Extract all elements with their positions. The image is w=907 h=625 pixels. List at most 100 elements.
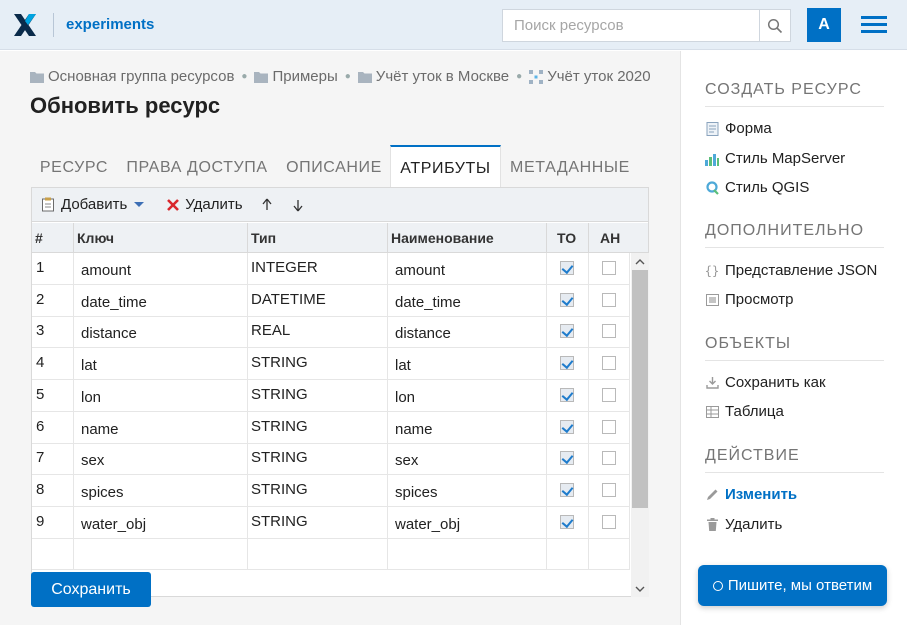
cell-an[interactable]: [589, 253, 630, 284]
app-name[interactable]: experiments: [66, 16, 154, 33]
to-checkbox[interactable]: [560, 387, 574, 402]
to-checkbox[interactable]: [560, 261, 574, 275]
cell-key[interactable]: sex: [74, 443, 248, 475]
cell-key[interactable]: name: [74, 411, 248, 443]
sidebar-item-json-view[interactable]: {} Представление JSON: [705, 262, 878, 279]
to-checkbox[interactable]: [560, 356, 574, 371]
column-header-name[interactable]: Наименование: [388, 223, 547, 253]
sidebar-item-preview[interactable]: Просмотр: [705, 291, 794, 308]
breadcrumb-item[interactable]: Примеры: [254, 68, 338, 85]
tab-metadata[interactable]: МЕТАДАННЫЕ: [501, 145, 639, 187]
breadcrumb-item-current[interactable]: Учёт уток 2020: [529, 68, 651, 85]
to-checkbox[interactable]: [560, 514, 574, 529]
cell-name[interactable]: lat: [388, 348, 547, 380]
breadcrumb-item[interactable]: Учёт уток в Москве: [357, 68, 509, 85]
column-header-type[interactable]: Тип: [248, 223, 388, 253]
delete-button[interactable]: Удалить: [160, 188, 248, 222]
cell-num[interactable]: 9: [32, 506, 74, 538]
to-checkbox[interactable]: [560, 482, 574, 497]
cell-key[interactable]: lat: [74, 348, 248, 380]
cell-to[interactable]: [547, 253, 589, 284]
cell-type[interactable]: STRING: [248, 348, 388, 380]
cell-key[interactable]: spices: [74, 474, 248, 506]
sidebar-item-table[interactable]: Таблица: [705, 403, 784, 420]
cell-to[interactable]: [547, 379, 589, 411]
cell-num[interactable]: 6: [32, 411, 74, 443]
cell-key[interactable]: [74, 538, 248, 570]
save-button[interactable]: Сохранить: [31, 572, 151, 607]
scroll-up-icon[interactable]: [631, 255, 649, 269]
breadcrumb-item[interactable]: Основная группа ресурсов: [30, 68, 234, 85]
cell-num[interactable]: 1: [32, 253, 74, 284]
cell-key[interactable]: date_time: [74, 284, 248, 316]
cell-num[interactable]: 5: [32, 379, 74, 411]
an-checkbox[interactable]: [602, 482, 616, 497]
to-checkbox[interactable]: [560, 451, 574, 466]
cell-to[interactable]: [547, 284, 589, 316]
cell-num[interactable]: 4: [32, 348, 74, 380]
column-header-num[interactable]: #: [32, 223, 74, 253]
table-row[interactable]: 8 spices STRING spices: [32, 474, 630, 507]
cell-key[interactable]: distance: [74, 316, 248, 348]
cell-to[interactable]: [547, 506, 589, 538]
an-checkbox[interactable]: [602, 419, 616, 434]
an-checkbox[interactable]: [602, 514, 616, 529]
sidebar-item-edit[interactable]: Изменить: [705, 486, 797, 503]
sidebar-item-qgis-style[interactable]: Стиль QGIS: [705, 179, 809, 196]
tab-resource[interactable]: РЕСУРС: [31, 145, 117, 187]
move-up-button[interactable]: [255, 188, 284, 222]
table-row[interactable]: 5 lon STRING lon: [32, 379, 630, 412]
cell-type[interactable]: DATETIME: [248, 284, 388, 316]
tab-description[interactable]: ОПИСАНИЕ: [277, 145, 391, 187]
to-checkbox[interactable]: [560, 292, 574, 307]
grid-scrollbar[interactable]: [631, 253, 649, 597]
cell-an[interactable]: [589, 538, 630, 570]
cell-an[interactable]: [589, 474, 630, 506]
table-row[interactable]: 3 distance REAL distance: [32, 316, 630, 349]
move-down-button[interactable]: [286, 188, 315, 222]
table-row[interactable]: [32, 538, 630, 571]
add-button[interactable]: Добавить: [35, 188, 156, 222]
scroll-down-icon[interactable]: [631, 582, 649, 596]
tab-permissions[interactable]: ПРАВА ДОСТУПА: [117, 145, 277, 187]
an-checkbox[interactable]: [602, 356, 616, 371]
to-checkbox[interactable]: [560, 419, 574, 434]
sidebar-item-delete[interactable]: Удалить: [705, 516, 782, 533]
cell-name[interactable]: water_obj: [388, 506, 547, 538]
cell-key[interactable]: water_obj: [74, 506, 248, 538]
tab-attributes[interactable]: АТРИБУТЫ: [390, 145, 501, 187]
cell-type[interactable]: STRING: [248, 443, 388, 475]
cell-type[interactable]: [248, 538, 388, 570]
cell-num[interactable]: 8: [32, 474, 74, 506]
cell-key[interactable]: amount: [74, 253, 248, 284]
nextgis-logo-icon[interactable]: [12, 12, 38, 38]
chat-widget-button[interactable]: Пишите, мы ответим: [698, 565, 887, 606]
table-row[interactable]: 1 amount INTEGER amount: [32, 253, 630, 285]
cell-type[interactable]: STRING: [248, 411, 388, 443]
column-header-to[interactable]: ТО: [547, 223, 589, 253]
cell-to[interactable]: [547, 316, 589, 348]
cell-key[interactable]: lon: [74, 379, 248, 411]
column-header-an[interactable]: АН: [589, 223, 648, 253]
search-button[interactable]: [759, 9, 791, 42]
cell-type[interactable]: REAL: [248, 316, 388, 348]
cell-an[interactable]: [589, 379, 630, 411]
cell-name[interactable]: distance: [388, 316, 547, 348]
cell-type[interactable]: INTEGER: [248, 253, 388, 284]
cell-an[interactable]: [589, 348, 630, 380]
an-checkbox[interactable]: [602, 292, 616, 307]
cell-num[interactable]: [32, 538, 74, 570]
cell-an[interactable]: [589, 506, 630, 538]
column-header-key[interactable]: Ключ: [74, 223, 248, 253]
cell-an[interactable]: [589, 443, 630, 475]
cell-type[interactable]: STRING: [248, 506, 388, 538]
an-checkbox[interactable]: [602, 451, 616, 466]
cell-an[interactable]: [589, 411, 630, 443]
hamburger-menu-icon[interactable]: [861, 16, 887, 34]
cell-num[interactable]: 3: [32, 316, 74, 348]
an-checkbox[interactable]: [602, 387, 616, 402]
cell-num[interactable]: 2: [32, 284, 74, 316]
sidebar-item-mapserver-style[interactable]: Стиль MapServer: [705, 150, 845, 167]
table-row[interactable]: 6 name STRING name: [32, 411, 630, 444]
cell-to[interactable]: [547, 411, 589, 443]
